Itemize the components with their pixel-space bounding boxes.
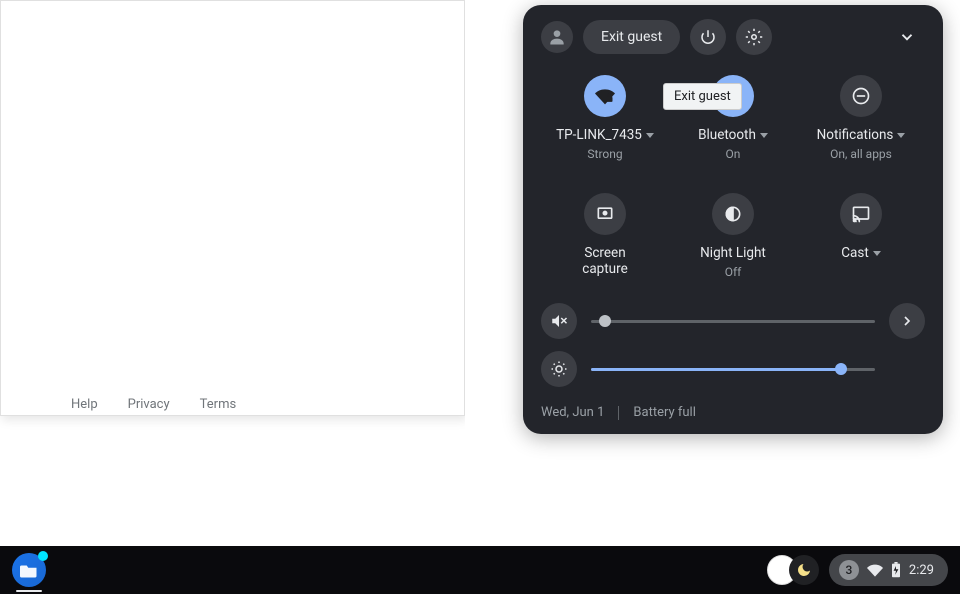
exit-guest-button[interactable]: Exit guest (583, 20, 680, 54)
shelf: 3 2:29 (0, 546, 960, 594)
collapse-button[interactable] (889, 19, 925, 55)
audio-settings-button[interactable] (889, 303, 925, 339)
status-tray[interactable]: 3 2:29 (829, 554, 948, 586)
notifications-tile[interactable]: Notifications On, all apps (797, 75, 925, 161)
chevron-down-icon (873, 251, 881, 256)
user-avatars[interactable] (767, 555, 819, 585)
screen-capture-tile[interactable]: Screen capture (541, 193, 669, 279)
clock-label: 2:29 (909, 563, 934, 578)
battery-label: Battery full (633, 405, 695, 420)
notification-count-badge: 3 (839, 560, 859, 580)
battery-status-icon (891, 562, 901, 578)
divider (618, 406, 619, 420)
cast-tile[interactable]: Cast (797, 193, 925, 279)
files-app-icon[interactable] (12, 553, 46, 587)
quick-settings-panel: Exit guest Exit guest TP-LINK_7435 Stron… (523, 5, 943, 434)
terms-link[interactable]: Terms (200, 397, 237, 412)
brightness-icon[interactable] (541, 351, 577, 387)
volume-muted-icon[interactable] (541, 303, 577, 339)
help-link[interactable]: Help (71, 397, 98, 412)
guest-avatar-icon (541, 21, 573, 53)
avatar-2-moon-icon (789, 555, 819, 585)
night-light-icon (712, 193, 754, 235)
do-not-disturb-icon (840, 75, 882, 117)
browser-footer-links: Help Privacy Terms (71, 389, 236, 415)
screen-capture-icon (584, 193, 626, 235)
night-light-tile[interactable]: Night Light Off (669, 193, 797, 279)
privacy-link[interactable]: Privacy (128, 397, 170, 412)
wifi-status-icon (867, 563, 883, 577)
chevron-down-icon (646, 133, 654, 138)
browser-window: Help Privacy Terms (0, 0, 465, 416)
settings-button[interactable] (736, 19, 772, 55)
wifi-tile[interactable]: TP-LINK_7435 Strong (541, 75, 669, 161)
cast-icon (840, 193, 882, 235)
volume-slider-row (541, 303, 925, 339)
brightness-slider-row (541, 351, 925, 387)
date-label: Wed, Jun 1 (541, 405, 604, 420)
wifi-icon (584, 75, 626, 117)
brightness-slider[interactable] (591, 368, 875, 371)
exit-guest-tooltip: Exit guest (663, 83, 742, 110)
chevron-down-icon (760, 133, 768, 138)
power-button[interactable] (690, 19, 726, 55)
chevron-down-icon (897, 133, 905, 138)
volume-slider[interactable] (591, 320, 875, 323)
